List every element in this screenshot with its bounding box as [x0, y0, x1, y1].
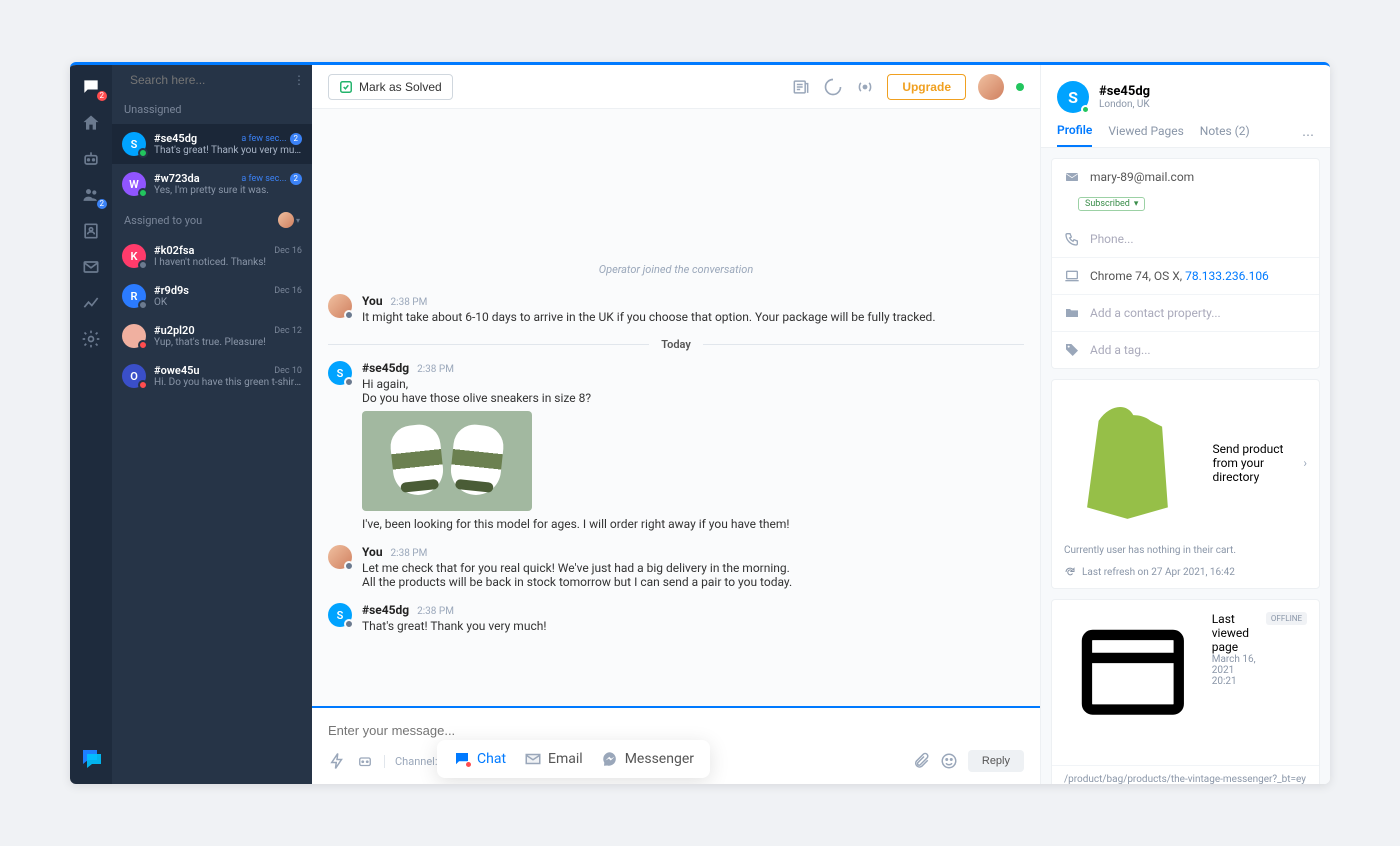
tag-icon: [1064, 342, 1080, 358]
contacts-badge: 2: [97, 199, 108, 209]
add-tag[interactable]: Add a tag...: [1090, 343, 1151, 357]
bot-reply-icon[interactable]: [356, 752, 374, 770]
visitor-location: London, UK: [1099, 99, 1150, 110]
chat-tab-icon[interactable]: 2: [81, 77, 101, 97]
page-path: /product/bag/products/the-vintage-messen…: [1052, 765, 1319, 784]
tab-profile[interactable]: Profile: [1057, 123, 1092, 147]
search-bar: ⋮: [112, 65, 312, 95]
channel-popover: Chat Email Messenger: [437, 740, 710, 778]
app-window: 2 2 ⋮ Unassigned S #se45dga few sec...2 …: [70, 62, 1330, 784]
broadcast-icon[interactable]: [855, 77, 875, 97]
channel-email[interactable]: Email: [524, 750, 583, 768]
conversation-list: ⋮ Unassigned S #se45dga few sec...2 That…: [112, 65, 312, 784]
messenger-icon: [601, 750, 619, 768]
section-assigned: Assigned to you▾: [112, 204, 312, 236]
product-image: [362, 411, 532, 511]
chat-message: S#se45dg2:38 PMHi again,Do you have thos…: [328, 361, 1024, 531]
channel-chat[interactable]: Chat: [453, 750, 506, 768]
chat-messages: Operator joined the conversation You2:38…: [312, 109, 1040, 706]
conversation-item[interactable]: W #w723daa few sec...2 Yes, I'm pretty s…: [112, 164, 312, 204]
user-avatar[interactable]: [978, 74, 1004, 100]
lightning-icon[interactable]: [328, 752, 346, 770]
composer: Channel: Reply Chat Email Messenger: [312, 706, 1040, 784]
profile-card: mary-89@mail.com Subscribed ▾ Phone... C…: [1051, 158, 1320, 369]
tabs-more-icon[interactable]: ⋯: [1302, 128, 1314, 142]
send-product[interactable]: Send product from your directory›: [1052, 380, 1319, 545]
chat-message: You2:38 PMLet me check that for you real…: [328, 545, 1024, 589]
conversation-item[interactable]: S #se45dga few sec...2 That's great! Tha…: [112, 124, 312, 164]
shopify-card: Send product from your directory› Curren…: [1051, 379, 1320, 589]
chat-icon: [453, 750, 471, 768]
emoji-icon[interactable]: [940, 752, 958, 770]
status-dot: [1016, 83, 1024, 91]
analytics-icon[interactable]: [81, 293, 101, 313]
chat-message: You2:38 PMIt might take about 6-10 days …: [328, 294, 1024, 324]
mail-icon: [1064, 169, 1080, 185]
offline-badge: OFFLINE: [1266, 612, 1307, 625]
browser-info: Chrome 74, OS X, 78.133.236.106: [1090, 269, 1269, 283]
laptop-icon: [1064, 268, 1080, 284]
phone-placeholder[interactable]: Phone...: [1090, 232, 1134, 246]
channel-messenger[interactable]: Messenger: [601, 750, 694, 768]
brand-logo-icon: [79, 746, 103, 770]
last-page-label: Last viewed page: [1212, 612, 1256, 654]
add-property[interactable]: Add a contact property...: [1090, 306, 1221, 320]
home-icon[interactable]: [81, 113, 101, 133]
channel-label: Channel:: [384, 755, 438, 768]
assignee-avatar: [278, 212, 294, 228]
refresh-icon[interactable]: [1064, 566, 1076, 578]
upgrade-button[interactable]: Upgrade: [887, 74, 966, 100]
email-value: mary-89@mail.com: [1090, 170, 1194, 184]
cart-empty: Currently user has nothing in their cart…: [1052, 545, 1319, 566]
chevron-right-icon: ›: [1303, 456, 1307, 470]
chat-message: S#se45dg2:38 PMThat's great! Thank you v…: [328, 603, 1024, 633]
conversation-item[interactable]: #u2pl20Dec 12 Yup, that's true. Pleasure…: [112, 316, 312, 356]
topbar: Mark as Solved Upgrade: [312, 65, 1040, 109]
conversation-item[interactable]: O #owe45uDec 10 Hi. Do you have this gre…: [112, 356, 312, 396]
settings-icon[interactable]: [81, 329, 101, 349]
mark-solved-button[interactable]: Mark as Solved: [328, 74, 453, 100]
system-message: Operator joined the conversation: [328, 263, 1024, 276]
folder-icon: [1064, 305, 1080, 321]
chevron-down-icon[interactable]: ▾: [296, 216, 300, 225]
conversation-item[interactable]: R #r9d9sDec 16 OK: [112, 276, 312, 316]
phone-icon: [1064, 231, 1080, 247]
visitor-name: #se45dg: [1099, 84, 1150, 99]
page-icon: [1064, 612, 1202, 753]
reply-button[interactable]: Reply: [968, 750, 1024, 772]
visitor-avatar: S: [1057, 81, 1089, 113]
search-input[interactable]: [130, 73, 285, 87]
contacts-icon[interactable]: 2: [81, 185, 101, 205]
address-book-icon[interactable]: [81, 221, 101, 241]
check-icon: [339, 80, 353, 94]
tab-viewed-pages[interactable]: Viewed Pages: [1108, 124, 1183, 146]
chat-badge: 2: [97, 91, 108, 101]
refresh-text: Last refresh on 27 Apr 2021, 16:42: [1082, 567, 1235, 578]
chat-panel: Mark as Solved Upgrade Operator joined t…: [312, 65, 1040, 784]
last-viewed-card: Last viewed pageMarch 16, 2021 20:21 OFFL…: [1051, 599, 1320, 784]
mail-icon[interactable]: [81, 257, 101, 277]
last-page-ts: March 16, 2021 20:21: [1212, 654, 1256, 687]
loading-icon[interactable]: [823, 77, 843, 97]
attachment-icon[interactable]: [912, 752, 930, 770]
icon-rail: 2 2: [70, 65, 112, 784]
message-input[interactable]: [328, 723, 1024, 738]
search-more-icon[interactable]: ⋮: [293, 73, 305, 87]
conversation-item[interactable]: K #k02fsaDec 16 I haven't noticed. Thank…: [112, 236, 312, 276]
date-divider: Today: [328, 338, 1024, 351]
newspaper-icon[interactable]: [791, 77, 811, 97]
subscribed-badge[interactable]: Subscribed ▾: [1078, 197, 1145, 211]
email-icon: [524, 750, 542, 768]
bot-icon[interactable]: [81, 149, 101, 169]
shopify-icon: [1064, 392, 1202, 533]
tab-notes[interactable]: Notes (2): [1200, 124, 1250, 146]
details-panel: S #se45dgLondon, UK Profile Viewed Pages…: [1040, 65, 1330, 784]
section-unassigned: Unassigned: [112, 95, 312, 124]
